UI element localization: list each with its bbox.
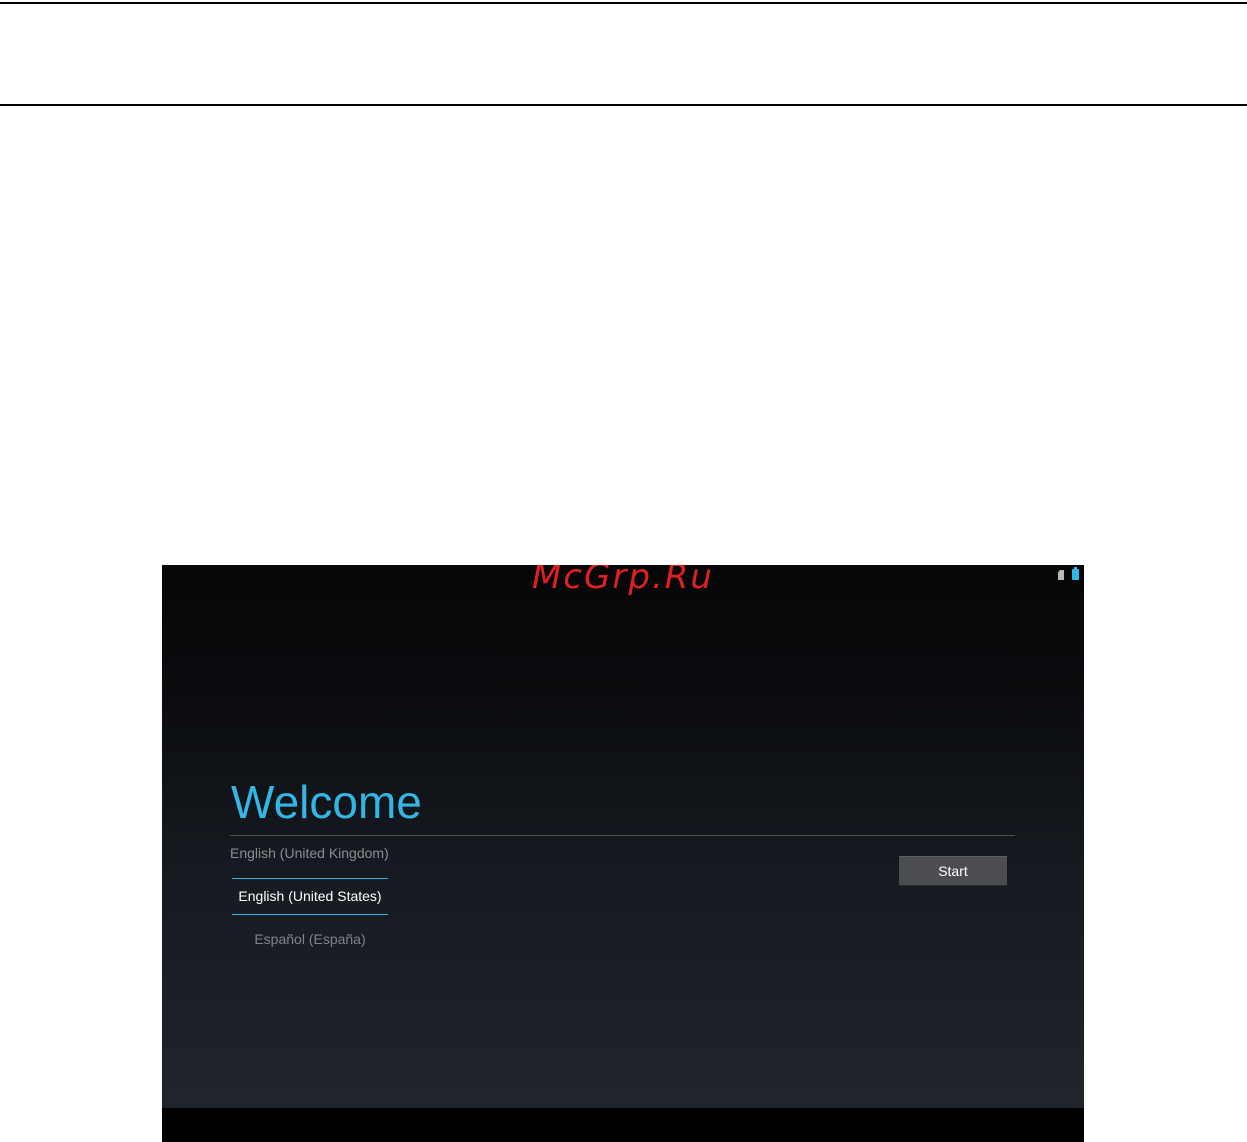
selection-line-bottom <box>232 914 388 915</box>
language-option[interactable]: Español (España) <box>230 931 390 947</box>
header-rule-top <box>0 2 1247 4</box>
navigation-bar <box>162 1108 1084 1142</box>
language-option[interactable]: English (United Kingdom) <box>230 845 390 861</box>
header-rule-bottom <box>0 104 1247 106</box>
welcome-title: Welcome <box>231 776 422 828</box>
language-option-selected[interactable]: English (United States) <box>230 878 390 914</box>
watermark: McGrp.Ru <box>532 565 714 597</box>
manual-page: McGrp.Ru Welcome English (United Kingdom… <box>0 0 1247 1142</box>
start-button[interactable]: Start <box>899 856 1007 886</box>
title-divider <box>230 835 1015 836</box>
tablet-screenshot: McGrp.Ru Welcome English (United Kingdom… <box>162 565 1084 1142</box>
